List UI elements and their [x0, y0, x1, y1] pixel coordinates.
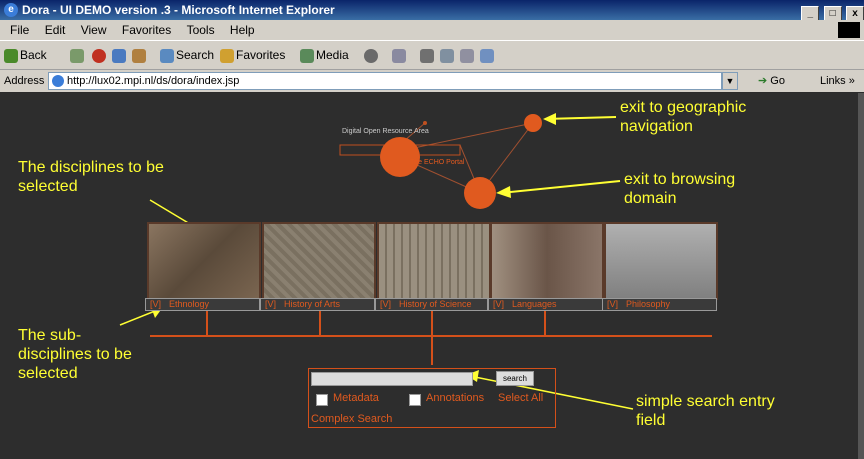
discipline-name: History of Arts — [284, 299, 341, 309]
select-toggle[interactable]: [V] — [607, 299, 618, 309]
annotation-disciplines: The disciplines to be selected — [18, 159, 164, 195]
back-label: Back — [20, 48, 47, 62]
search-panel: search Metadata Annotations Select All C… — [308, 368, 556, 428]
ie-icon: e — [4, 3, 18, 17]
discipline-label-philosophy[interactable]: [V] Philosophy — [602, 298, 717, 311]
annotation-browsing-domain: exit to browsing domain — [624, 171, 736, 207]
links-button[interactable]: Links » — [820, 70, 855, 92]
page-icon — [52, 75, 64, 88]
select-toggle[interactable]: [V] — [265, 299, 276, 309]
favorites-button[interactable]: Favorites — [220, 41, 285, 69]
refresh-icon — [112, 48, 126, 63]
discipline-image-history-of-science[interactable] — [377, 222, 491, 300]
go-button[interactable]: ➔ Go — [758, 70, 785, 92]
favorites-icon — [220, 48, 234, 63]
discuss-icon — [460, 48, 474, 63]
menu-help[interactable]: Help — [230, 23, 255, 37]
metadata-label: Metadata — [333, 392, 379, 404]
portal-logo-title: Digital Open Resource Area — [342, 128, 429, 135]
search-button[interactable]: Search — [160, 41, 214, 69]
stop-button[interactable] — [92, 41, 108, 69]
menu-bar: File Edit View Favorites Tools Help — [0, 20, 864, 41]
menu-file[interactable]: File — [10, 23, 29, 37]
discipline-label-ethnology[interactable]: [V] Ethnology — [145, 298, 260, 311]
menu-tools[interactable]: Tools — [187, 23, 215, 37]
discuss-button[interactable] — [460, 41, 476, 69]
go-label: Go — [770, 75, 785, 87]
refresh-button[interactable] — [112, 41, 128, 69]
address-url: http://lux02.mpi.nl/ds/dora/index.jsp — [67, 75, 240, 87]
home-button[interactable] — [132, 41, 148, 69]
messenger-button[interactable] — [480, 41, 496, 69]
select-all-link[interactable]: Select All — [498, 392, 543, 404]
annotation-search-field: simple search entry field — [636, 393, 775, 429]
menu-view[interactable]: View — [81, 23, 107, 37]
discipline-label-history-of-science[interactable]: [V] History of Science — [375, 298, 488, 311]
back-button[interactable]: Back — [4, 41, 47, 69]
print-button[interactable] — [420, 41, 436, 69]
toolbar: Back Search Favorites Media — [0, 41, 864, 70]
search-icon — [160, 48, 174, 63]
forward-button[interactable] — [70, 41, 86, 69]
annotation-subdisciplines: The sub-disciplines to be selected — [18, 327, 132, 382]
annotations-checkbox[interactable] — [409, 394, 421, 406]
discipline-image-languages[interactable] — [490, 222, 604, 300]
favorites-label: Favorites — [236, 48, 286, 62]
menu-edit[interactable]: Edit — [45, 23, 66, 37]
go-arrow-icon: ➔ — [758, 75, 768, 87]
select-toggle[interactable]: [V] — [493, 299, 504, 309]
discipline-name: Ethnology — [169, 299, 210, 309]
windows-logo-icon — [838, 22, 860, 38]
address-input[interactable]: http://lux02.mpi.nl/ds/dora/index.jsp — [48, 72, 722, 90]
forward-arrow-icon — [70, 48, 84, 63]
window-title: Dora - UI DEMO version .3 - Microsoft In… — [22, 3, 335, 17]
address-dropdown-button[interactable]: ▼ — [722, 72, 738, 90]
geo-navigation-node[interactable] — [524, 114, 542, 132]
search-submit-button[interactable]: search — [496, 371, 534, 386]
links-label: Links — [820, 75, 846, 87]
discipline-name: Languages — [512, 299, 557, 309]
discipline-label-languages[interactable]: [V] Languages — [488, 298, 603, 311]
window-titlebar: e Dora - UI DEMO version .3 - Microsoft … — [0, 0, 864, 22]
annotation-geo-navigation: exit to geographic navigation — [620, 99, 747, 135]
media-icon — [300, 48, 314, 63]
history-button[interactable] — [364, 41, 380, 69]
home-icon — [132, 48, 146, 63]
edit-button[interactable] — [440, 41, 456, 69]
history-icon — [364, 48, 378, 63]
mail-icon — [392, 48, 406, 63]
annotations-label: Annotations — [426, 392, 485, 404]
browsing-domain-node[interactable] — [464, 177, 496, 209]
back-arrow-icon — [4, 48, 18, 63]
address-label: Address — [4, 75, 45, 87]
metadata-checkbox[interactable] — [316, 394, 328, 406]
select-toggle[interactable]: [V] — [150, 299, 161, 309]
discipline-name: History of Science — [399, 299, 472, 309]
search-input[interactable] — [311, 372, 473, 386]
discipline-image-ethnology[interactable] — [147, 222, 261, 300]
mail-button[interactable] — [392, 41, 408, 69]
media-button[interactable]: Media — [300, 41, 349, 69]
discipline-image-history-of-arts[interactable] — [262, 222, 376, 300]
complex-search-link[interactable]: Complex Search — [311, 413, 392, 425]
portal-logo-subtitle: The ECHO Portal — [410, 159, 465, 166]
address-bar: Address http://lux02.mpi.nl/ds/dora/inde… — [0, 70, 864, 92]
discipline-label-history-of-arts[interactable]: [V] History of Arts — [260, 298, 375, 311]
select-toggle[interactable]: [V] — [380, 299, 391, 309]
menu-favorites[interactable]: Favorites — [122, 23, 171, 37]
vertical-scrollbar[interactable] — [858, 93, 864, 459]
search-label: Search — [176, 48, 215, 62]
messenger-icon — [480, 48, 494, 63]
portal-circle-main — [380, 137, 420, 177]
print-icon — [420, 48, 434, 63]
discipline-name: Philosophy — [626, 299, 671, 309]
discipline-image-philosophy[interactable] — [604, 222, 718, 300]
edit-icon — [440, 48, 454, 63]
stop-icon — [92, 48, 106, 63]
media-label: Media — [316, 48, 349, 62]
